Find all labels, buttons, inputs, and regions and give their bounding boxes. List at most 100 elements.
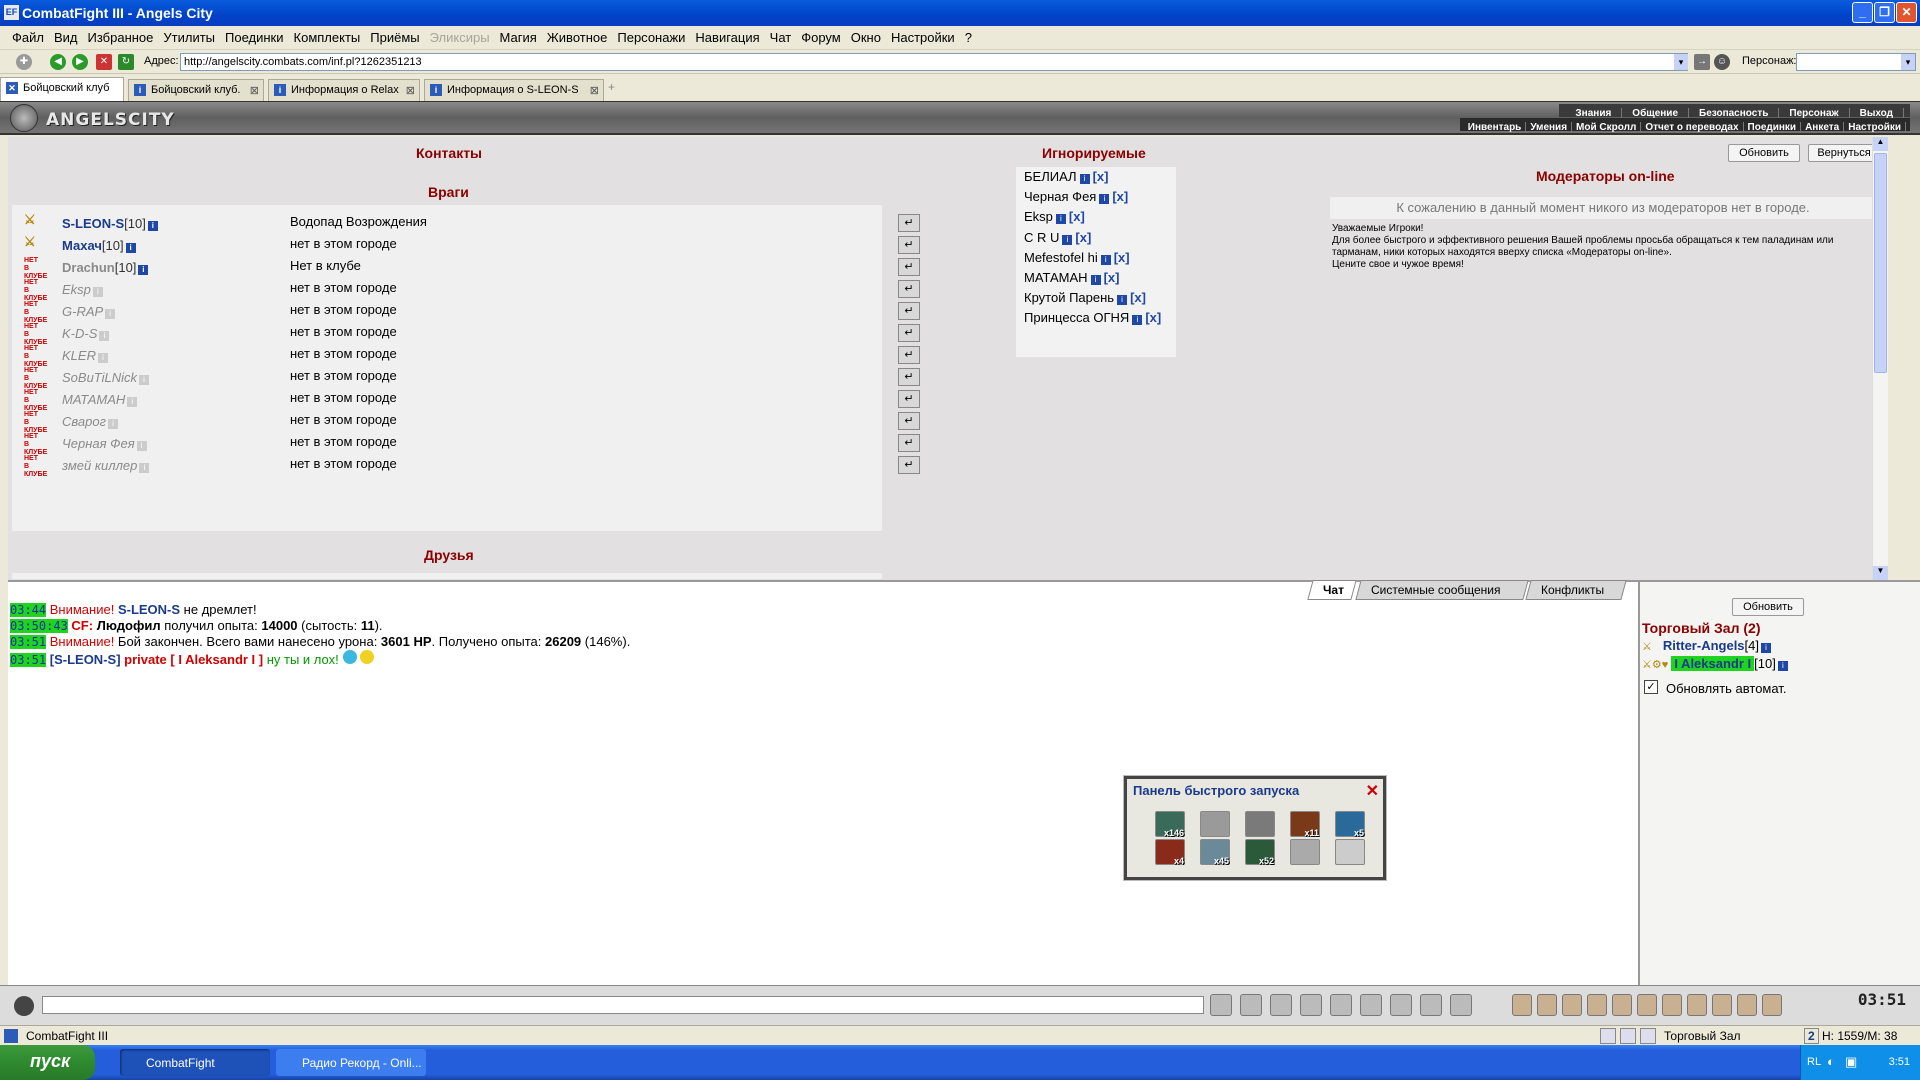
enemy-name[interactable]: S-LEON-S[10] i <box>62 216 158 231</box>
chat-timestamp[interactable]: 03:44 <box>10 603 47 617</box>
goto-button[interactable]: ↵ <box>898 412 920 430</box>
action-icon[interactable] <box>1662 994 1682 1016</box>
stop-icon[interactable]: ✕ <box>96 54 112 70</box>
remove-ignored-button[interactable]: [x] <box>1104 270 1120 285</box>
menu-item[interactable]: Навигация <box>690 26 764 45</box>
chat-timestamp[interactable]: 03:51 <box>10 635 47 649</box>
scroll-up-icon[interactable]: ▲ <box>1873 137 1888 151</box>
info-icon[interactable]: i <box>136 441 147 451</box>
filter-icon[interactable] <box>1270 994 1292 1016</box>
auto-refresh-checkbox[interactable]: ✓ <box>1644 680 1658 694</box>
enemy-name[interactable]: KLER i <box>62 348 108 363</box>
room-user-name[interactable]: Ritter-Angels <box>1663 638 1745 653</box>
quick-slot[interactable]: x45 <box>1200 839 1230 866</box>
action-icon[interactable] <box>1512 994 1532 1016</box>
quick-slot[interactable]: x52 <box>1245 839 1275 866</box>
remove-ignored-button[interactable]: [x] <box>1112 189 1128 204</box>
tray-app-icon[interactable]: ▣ <box>1845 1054 1857 1070</box>
address-input[interactable] <box>180 53 1688 71</box>
quick-slot[interactable] <box>1290 839 1320 865</box>
info-icon[interactable]: i <box>125 243 136 253</box>
menu-item[interactable]: Настройки <box>886 26 960 45</box>
pin-icon[interactable]: ✚ <box>16 54 32 70</box>
goto-button[interactable]: ↵ <box>898 236 920 254</box>
goto-button[interactable]: ↵ <box>898 390 920 408</box>
tab-3[interactable]: i Информация о S-LEON-S ⊠ <box>424 79 604 101</box>
action-icon[interactable] <box>1637 994 1657 1016</box>
tab-close-icon[interactable]: ⊠ <box>250 84 259 97</box>
send-icon[interactable] <box>1210 994 1232 1016</box>
nav-bottom-item[interactable]: Настройки <box>1844 122 1906 133</box>
action-icon[interactable] <box>1737 994 1757 1016</box>
new-tab-icon[interactable]: + <box>608 80 615 94</box>
menu-item[interactable]: Персонажи <box>612 26 690 45</box>
enemy-name[interactable]: Сварог i <box>62 414 118 429</box>
goto-button[interactable]: ↵ <box>898 434 920 452</box>
menu-item[interactable]: Магия <box>495 26 542 45</box>
sword-icon[interactable] <box>1360 994 1382 1016</box>
chat-tab[interactable]: Чат <box>1307 580 1357 600</box>
quick-slot[interactable] <box>1200 811 1230 837</box>
info-icon[interactable]: i <box>1099 194 1110 205</box>
ignored-name[interactable]: C R U <box>1024 230 1059 245</box>
info-icon[interactable]: i <box>92 287 103 297</box>
enemy-name[interactable]: Черная Фея i <box>62 436 147 451</box>
enemy-name[interactable]: Махач[10] i <box>62 238 136 253</box>
tab-close-icon[interactable]: ⊠ <box>406 84 415 97</box>
scroll-thumb[interactable] <box>1874 153 1887 373</box>
persona-select[interactable]: ▾ <box>1796 53 1916 71</box>
goto-button[interactable]: ↵ <box>898 456 920 474</box>
quick-slot[interactable]: x146 <box>1155 811 1185 838</box>
ignored-name[interactable]: Принцесса ОГНЯ <box>1024 310 1129 325</box>
info-icon[interactable]: i <box>1117 295 1128 306</box>
network-icon[interactable]: ◐ <box>1827 1054 1835 1069</box>
quick-slot[interactable] <box>1335 839 1365 865</box>
menu-item[interactable]: ? <box>960 26 977 45</box>
chat-fragment[interactable]: S-LEON-S <box>118 602 180 617</box>
ignored-name[interactable]: Mefestofel hi <box>1024 250 1098 265</box>
remove-ignored-button[interactable]: [x] <box>1145 310 1161 325</box>
tab-1[interactable]: i Бойцовский клуб. ⊠ <box>128 79 264 101</box>
menu-item[interactable]: Комплекты <box>289 26 366 45</box>
info-icon[interactable]: i <box>97 353 108 363</box>
goto-button[interactable]: ↵ <box>898 324 920 342</box>
info-icon[interactable]: i <box>138 265 149 275</box>
enemy-name[interactable]: МАТАМАН i <box>62 392 138 407</box>
restore-button[interactable]: ❐ <box>1874 2 1895 23</box>
chat-tab[interactable]: Системные сообщения <box>1355 580 1529 600</box>
menu-item[interactable]: Поединки <box>220 26 289 45</box>
nav-bottom-item[interactable]: Умения <box>1526 122 1573 133</box>
sound-icon[interactable] <box>1390 994 1412 1016</box>
action-icon[interactable] <box>1537 994 1557 1016</box>
quick-slot[interactable] <box>1245 811 1275 837</box>
goto-button[interactable]: ↵ <box>898 214 920 232</box>
info-icon[interactable]: i <box>108 419 118 429</box>
action-icon[interactable] <box>1762 994 1782 1016</box>
go-icon[interactable]: → <box>1694 54 1710 70</box>
info-icon[interactable]: i <box>1132 315 1143 326</box>
refresh-button[interactable]: Обновить <box>1728 144 1800 162</box>
goto-button[interactable]: ↵ <box>898 258 920 276</box>
menu-item[interactable]: Форум <box>796 26 846 45</box>
info-icon[interactable]: i <box>139 375 150 385</box>
menu-item[interactable]: Эликсиры <box>425 26 495 45</box>
goto-button[interactable]: ↵ <box>898 302 920 320</box>
taskbar-item-combatfight[interactable]: CombatFight <box>120 1049 270 1076</box>
side-refresh-button[interactable]: Обновить <box>1732 598 1804 616</box>
remove-ignored-button[interactable]: [x] <box>1069 209 1085 224</box>
ignored-name[interactable]: Черная Фея <box>1024 189 1096 204</box>
ignored-name[interactable]: Eksp <box>1024 209 1053 224</box>
menu-item[interactable]: Утилиты <box>158 26 220 45</box>
chat-timestamp[interactable]: 03:50:43 <box>10 619 68 633</box>
room-user-name[interactable]: I Aleksandr I <box>1671 656 1755 671</box>
nav-bottom-item[interactable]: Инвентарь <box>1464 122 1527 133</box>
info-icon[interactable]: i <box>1055 214 1066 225</box>
minimize-button[interactable]: _ <box>1852 2 1873 23</box>
masks-icon[interactable]: ☺ <box>1714 54 1730 70</box>
goto-button[interactable]: ↵ <box>898 368 920 386</box>
nav-bottom-item[interactable]: Мой Скролл <box>1572 122 1642 133</box>
run-icon[interactable] <box>1330 994 1352 1016</box>
menu-item[interactable]: Приёмы <box>365 26 424 45</box>
info-icon[interactable]: i <box>147 221 158 231</box>
action-icon[interactable] <box>1712 994 1732 1016</box>
